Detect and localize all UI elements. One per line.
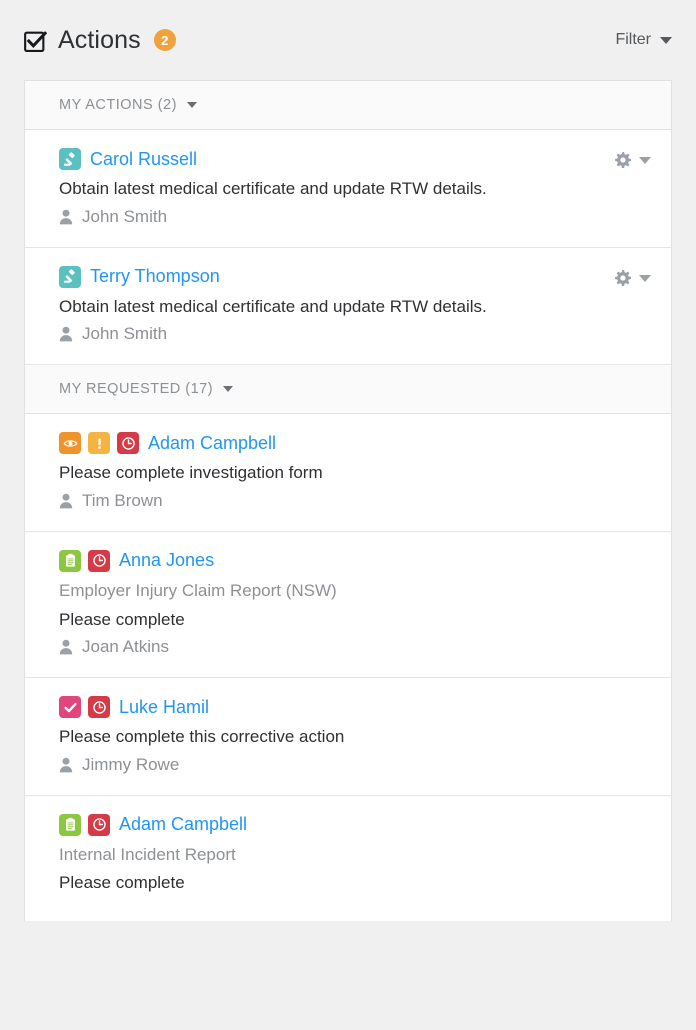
chevron-down-icon[interactable] <box>186 102 197 108</box>
clock-icon[interactable] <box>88 813 110 836</box>
clipboard-icon[interactable] <box>59 549 81 572</box>
action-row-content: Luke Hamil Please complete this correctiv… <box>59 696 651 775</box>
action-row[interactable]: Adam Campbell Please complete investigati… <box>25 414 671 532</box>
action-row-description: Please complete investigation form <box>59 463 323 483</box>
action-row-subtitle: Employer Injury Claim Report (NSW) <box>59 580 337 600</box>
action-row-content: Carol Russell Obtain latest medical certi… <box>59 148 614 227</box>
clipboard-icon[interactable] <box>59 813 81 836</box>
action-row-header: Terry Thompson <box>59 265 614 288</box>
action-row-header: Adam Campbell <box>59 432 651 455</box>
row-settings-menu[interactable] <box>614 269 651 287</box>
clock-icon[interactable] <box>117 432 139 455</box>
assignee-name: Tim Brown <box>82 490 163 510</box>
gear-icon[interactable] <box>614 269 631 287</box>
action-row-header: Adam Campbell <box>59 813 651 836</box>
exclamation-icon[interactable] <box>88 432 110 455</box>
action-row-content: Terry Thompson Obtain latest medical cert… <box>59 265 614 345</box>
action-row[interactable]: Adam Campbell Internal Incident Report Ple… <box>25 796 671 921</box>
assignee-name: John Smith <box>82 324 168 344</box>
section-header-label: MY REQUESTED (17) <box>59 381 214 398</box>
gavel-icon[interactable] <box>59 265 81 288</box>
user-icon <box>59 639 73 655</box>
chevron-down-icon[interactable] <box>639 157 651 164</box>
action-row-assignee: Joan Atkins <box>59 637 651 657</box>
action-row[interactable]: Anna Jones Employer Injury Claim Report (… <box>25 532 671 679</box>
clock-icon[interactable] <box>88 549 110 572</box>
person-name-link[interactable]: Luke Hamil <box>119 697 209 718</box>
action-row-description: Please complete this corrective action <box>59 727 345 747</box>
action-row-subtitle: Internal Incident Report <box>59 844 236 864</box>
person-name-link[interactable]: Terry Thompson <box>90 266 220 287</box>
person-name-link[interactable]: Carol Russell <box>90 149 197 170</box>
actions-count-badge: 2 <box>153 29 176 51</box>
action-row[interactable]: Terry Thompson Obtain latest medical cert… <box>25 248 671 366</box>
assignee-name: Jimmy Rowe <box>82 754 180 774</box>
action-row-description: Obtain latest medical certificate and up… <box>59 179 487 198</box>
assignee-name: Joan Atkins <box>82 637 169 657</box>
person-name-link[interactable]: Adam Campbell <box>119 814 247 835</box>
gear-icon[interactable] <box>614 152 631 169</box>
person-name-link[interactable]: Anna Jones <box>119 550 214 571</box>
action-row-description: Obtain latest medical certificate and up… <box>59 296 487 316</box>
action-row[interactable]: Carol Russell Obtain latest medical certi… <box>25 130 671 248</box>
filter-label: Filter <box>615 31 651 48</box>
page-header: Actions 2 Filter <box>0 0 696 80</box>
action-row-assignee: John Smith <box>59 207 614 227</box>
action-row-header: Luke Hamil <box>59 696 651 719</box>
gavel-icon[interactable] <box>59 148 81 170</box>
user-icon <box>59 326 73 342</box>
chevron-down-icon <box>660 36 672 44</box>
check-icon[interactable] <box>59 696 81 719</box>
user-icon <box>59 757 73 773</box>
action-row[interactable]: Luke Hamil Please complete this correctiv… <box>25 678 671 796</box>
page-title: Actions <box>58 25 141 54</box>
eye-icon[interactable] <box>59 432 81 455</box>
action-row-description: Please complete <box>59 609 185 629</box>
user-icon <box>59 493 73 509</box>
checkbox-checked-icon <box>24 30 47 52</box>
action-row-header: Carol Russell <box>59 148 614 170</box>
section-header[interactable]: MY REQUESTED (17) <box>25 365 671 415</box>
action-row-description: Please complete <box>59 873 185 893</box>
filter-button[interactable]: Filter <box>615 31 672 49</box>
action-row-content: Adam Campbell Internal Incident Report Ple… <box>59 813 651 901</box>
action-row-assignee: Jimmy Rowe <box>59 755 651 775</box>
action-row-content: Adam Campbell Please complete investigati… <box>59 432 651 511</box>
action-row-assignee: Tim Brown <box>59 491 651 511</box>
user-icon <box>59 209 73 225</box>
clock-icon[interactable] <box>88 696 110 719</box>
title-group: Actions 2 <box>24 26 176 55</box>
action-row-content: Anna Jones Employer Injury Claim Report (… <box>59 549 651 657</box>
row-settings-menu[interactable] <box>614 152 651 169</box>
chevron-down-icon[interactable] <box>639 274 651 282</box>
action-row-header: Anna Jones <box>59 549 651 572</box>
chevron-down-icon[interactable] <box>223 386 234 393</box>
section-header[interactable]: MY ACTIONS (2) <box>25 81 671 130</box>
section-header-label: MY ACTIONS (2) <box>59 97 177 113</box>
actions-card: MY ACTIONS (2) Carol Russell Obtain latest… <box>24 80 672 922</box>
action-row-assignee: John Smith <box>59 324 614 344</box>
person-name-link[interactable]: Adam Campbell <box>148 433 276 454</box>
assignee-name: John Smith <box>82 206 168 226</box>
